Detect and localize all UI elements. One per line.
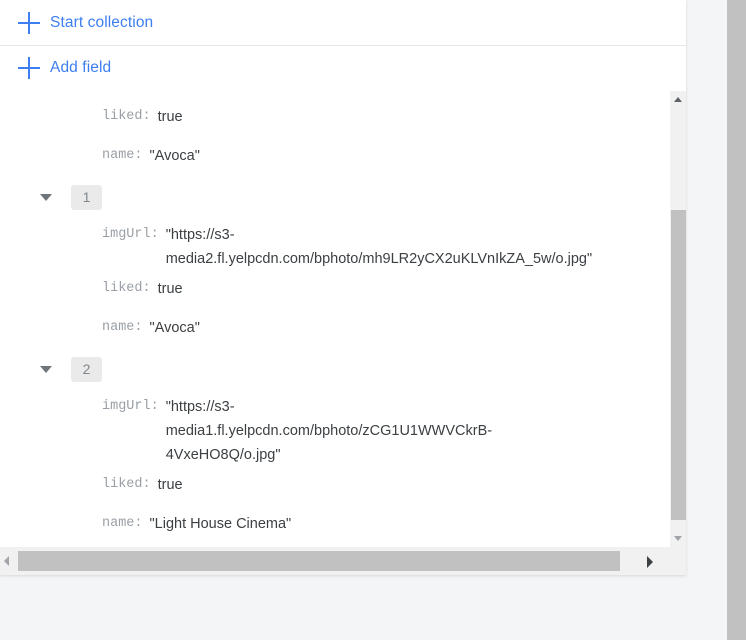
app-root: Start collection Add field liked: true n… bbox=[0, 0, 746, 640]
vertical-scrollbar-thumb[interactable] bbox=[671, 210, 686, 520]
field-key: name: bbox=[102, 148, 143, 163]
triangle-right-icon[interactable] bbox=[641, 547, 659, 575]
page-scrollbar-thumb[interactable] bbox=[727, 0, 746, 640]
plus-icon bbox=[18, 57, 40, 79]
field-value: "Light House Cinema" bbox=[149, 516, 292, 532]
field-key: liked: bbox=[102, 109, 151, 124]
field-row[interactable]: name: "Avoca" bbox=[0, 310, 659, 349]
field-row[interactable]: name: "Light House Cinema" bbox=[0, 506, 659, 545]
page-scrollbar[interactable] bbox=[727, 0, 746, 640]
field-row[interactable]: imgUrl: "https://s3- media1.fl.yelpcdn.c… bbox=[0, 389, 659, 467]
array-index-chip: 2 bbox=[71, 356, 102, 382]
field-row[interactable]: liked: true bbox=[0, 467, 659, 506]
field-value: "Avoca" bbox=[149, 148, 200, 164]
field-key: imgUrl: bbox=[102, 399, 159, 414]
start-collection-label: Start collection bbox=[50, 13, 154, 31]
horizontal-scrollbar-thumb[interactable] bbox=[18, 551, 620, 571]
field-key: name: bbox=[102, 320, 143, 335]
chevron-down-icon[interactable] bbox=[40, 193, 52, 201]
field-row[interactable]: liked: true bbox=[0, 99, 659, 138]
field-row[interactable]: liked: true bbox=[0, 271, 659, 310]
field-value: "https://s3- media1.fl.yelpcdn.com/bphot… bbox=[165, 399, 493, 463]
document-scroll-viewport[interactable]: liked: true name: "Avoca" 1 imgUrl: "htt… bbox=[0, 91, 659, 547]
field-value: "https://s3- media2.fl.yelpcdn.com/bphot… bbox=[165, 227, 593, 267]
triangle-up-icon[interactable] bbox=[670, 91, 686, 108]
triangle-left-icon[interactable] bbox=[0, 547, 18, 575]
document-panel: Start collection Add field liked: true n… bbox=[0, 0, 686, 575]
field-value: true bbox=[157, 477, 183, 493]
field-value: "Avoca" bbox=[149, 320, 200, 336]
field-row[interactable]: imgUrl: "https://s3- media2.fl.yelpcdn.c… bbox=[0, 217, 659, 271]
add-field-button[interactable]: Add field bbox=[0, 45, 686, 90]
array-index-chip: 1 bbox=[71, 184, 102, 210]
document-field-list: liked: true name: "Avoca" 1 imgUrl: "htt… bbox=[0, 91, 659, 545]
scrollbar-corner bbox=[659, 547, 686, 575]
start-collection-button[interactable]: Start collection bbox=[0, 0, 686, 45]
field-key: imgUrl: bbox=[102, 227, 159, 242]
array-index-row[interactable]: 1 bbox=[0, 177, 659, 217]
field-value: true bbox=[157, 281, 183, 297]
field-key: liked: bbox=[102, 477, 151, 492]
array-index-row[interactable]: 2 bbox=[0, 349, 659, 389]
add-field-label: Add field bbox=[50, 59, 112, 76]
horizontal-scrollbar[interactable] bbox=[0, 547, 659, 575]
plus-icon bbox=[18, 11, 40, 34]
chevron-down-icon[interactable] bbox=[40, 365, 52, 373]
field-value: true bbox=[157, 109, 183, 125]
field-key: liked: bbox=[102, 281, 151, 296]
field-key: name: bbox=[102, 516, 143, 531]
vertical-scrollbar[interactable] bbox=[669, 91, 686, 547]
field-row[interactable]: name: "Avoca" bbox=[0, 138, 659, 177]
document-fields-area: liked: true name: "Avoca" 1 imgUrl: "htt… bbox=[0, 91, 686, 575]
triangle-down-icon[interactable] bbox=[670, 530, 686, 547]
